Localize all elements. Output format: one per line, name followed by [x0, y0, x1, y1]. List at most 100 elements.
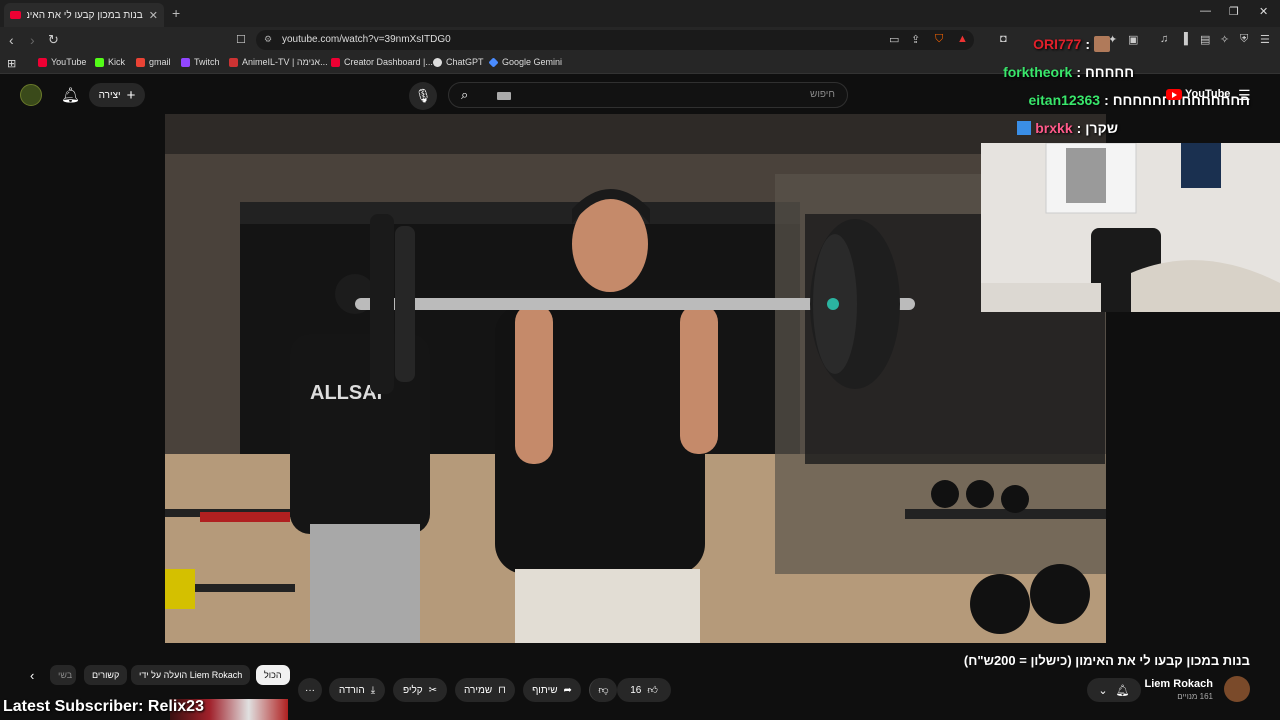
bookmark-kick[interactable]: Kick — [95, 57, 125, 67]
chat-message: ORI777 : — [1033, 36, 1110, 52]
bookmark-label: Kick — [108, 57, 126, 67]
chat-username: forktheork — [1003, 64, 1073, 80]
url-text: youtube.com/watch?v=39nmXsITDG0 — [282, 34, 451, 45]
keyboard-icon[interactable] — [497, 92, 511, 100]
share-page-icon[interactable]: ⇪ — [911, 33, 920, 46]
chip-all[interactable]: הכול — [256, 665, 290, 685]
chip-related[interactable]: קשורים — [84, 665, 128, 685]
account-avatar[interactable] — [20, 84, 42, 106]
voice-search-button[interactable]: 🎙︎ — [409, 82, 437, 110]
bookmark-icon[interactable]: ☐ — [236, 33, 246, 46]
scissors-icon: ✂ — [428, 684, 438, 696]
search-placeholder: חיפוש — [810, 89, 835, 100]
notification-bell-icon: 🔔︎ — [1115, 684, 1130, 697]
bookmark-animeil[interactable]: AnimeIL-TV | אנימה... — [229, 57, 328, 67]
webcam-frame — [981, 143, 1280, 312]
bookmark-label: Google Gemini — [502, 57, 563, 67]
browser-tab[interactable]: בנות במכון קבעו לי את האימון (כי... ✕ — [4, 3, 164, 27]
new-tab-button[interactable]: + — [172, 5, 180, 21]
share-label: שיתוף — [532, 684, 558, 696]
chat-separator: : — [1076, 120, 1082, 136]
chat-text: שקרן — [1085, 120, 1118, 136]
chat-separator: : — [1085, 36, 1090, 52]
animeil-icon — [229, 57, 238, 67]
chat-badge-icon — [1017, 121, 1032, 135]
brave-shield-icon[interactable]: ⛉ — [935, 33, 943, 46]
reload-icon[interactable]: ↻ — [48, 32, 59, 48]
chat-user-avatar — [1094, 36, 1110, 52]
bookmark-save-icon: ⊓ — [498, 684, 506, 696]
video-player[interactable]: ALLSAI — [165, 114, 1106, 643]
gemini-icon — [488, 56, 499, 68]
forward-icon[interactable]: › — [30, 32, 35, 48]
tab-close-icon[interactable]: ✕ — [149, 9, 158, 22]
twitch-icon — [181, 57, 190, 67]
more-icon: ··· — [305, 684, 315, 696]
chat-message: brxkk : שקרן — [1017, 120, 1118, 136]
search-icon[interactable]: ⌕ — [461, 87, 468, 103]
site-info-icon[interactable]: ⚙ — [264, 34, 272, 45]
subscribed-button[interactable]: ⌄ 🔔︎ — [1087, 678, 1141, 702]
share-button[interactable]: שיתוף ➦ — [523, 678, 581, 702]
bookmark-youtube[interactable]: YouTube — [38, 57, 86, 67]
latest-subscriber-overlay: Latest Subscriber: Relix23 — [3, 698, 204, 715]
kick-icon — [95, 57, 104, 67]
video-title: בנות במכון קבעו לי את האימון (כישלון = 2… — [963, 653, 1250, 668]
download-button[interactable]: הורדה ⤓ — [329, 678, 385, 702]
bookmark-creator-dashboard[interactable]: Creator Dashboard |... — [331, 57, 433, 67]
apps-grid-icon[interactable]: ⊞ — [7, 57, 16, 70]
like-count: 16 — [630, 684, 642, 696]
chat-text: חחחחח — [1084, 64, 1134, 80]
restore-icon[interactable]: ❐ — [1229, 5, 1239, 18]
bookmark-chatgpt[interactable]: ChatGPT — [433, 57, 484, 67]
dislike-button[interactable]: 👎︎ — [589, 678, 617, 702]
search-input[interactable]: ⌕ חיפוש — [448, 82, 848, 108]
webcam-overlay — [981, 143, 1280, 312]
save-label: שמירה — [464, 684, 493, 696]
clip-label: קליפ — [402, 684, 423, 696]
download-icon: ⤓ — [370, 684, 376, 696]
back-icon[interactable]: ‹ — [9, 32, 14, 48]
chips-scroll-left-icon[interactable]: ‹ — [30, 668, 34, 683]
browser-tab-bar: בנות במכון קבעו לי את האימון (כי... ✕ + … — [0, 0, 1280, 27]
chat-message: forktheork : חחחחח — [1003, 64, 1134, 80]
window-close-icon[interactable]: ✕ — [1259, 5, 1268, 18]
bookmark-gmail[interactable]: gmail — [136, 57, 171, 67]
microphone-icon: 🎙︎ — [414, 88, 432, 103]
youtube-logo[interactable]: YouTube — [1166, 88, 1230, 100]
chat-username: ORI777 — [1033, 36, 1082, 52]
url-field[interactable]: ⚙ youtube.com/watch?v=39nmXsITDG0 — [256, 30, 974, 50]
youtube-favicon-icon — [10, 11, 21, 19]
chip-uploaded-by[interactable]: הועלה על ידי Liem Rokach — [131, 665, 251, 685]
youtube-icon — [38, 57, 47, 67]
minimize-icon[interactable]: — — [1200, 5, 1211, 17]
guide-menu-icon[interactable]: ☰ — [1238, 87, 1251, 104]
cast-icon[interactable]: ▭ — [889, 33, 899, 46]
bookmark-gemini[interactable]: Google Gemini — [488, 56, 563, 68]
bookmark-label: AnimeIL-TV | אנימה... — [242, 57, 328, 67]
save-button[interactable]: שמירה ⊓ — [455, 678, 515, 702]
chat-username: eitan12363 — [1028, 92, 1101, 108]
create-button[interactable]: יצירה + — [89, 83, 145, 107]
like-button[interactable]: 16 👍︎ — [617, 678, 671, 702]
brave-rewards-icon[interactable]: ▲ — [957, 33, 968, 45]
notifications-bell-icon[interactable]: 🔔︎ — [61, 86, 80, 104]
chip-more[interactable]: בשי — [50, 665, 76, 685]
creator-dashboard-icon — [331, 57, 340, 67]
gmail-icon — [136, 57, 145, 67]
bookmark-label: Creator Dashboard |... — [344, 57, 433, 67]
video-frame: ALLSAI — [165, 114, 1106, 643]
thumbs-up-icon: 👍︎ — [647, 685, 658, 696]
more-actions-button[interactable]: ··· — [298, 678, 322, 702]
bookmark-twitch[interactable]: Twitch — [181, 57, 220, 67]
share-icon: ➦ — [563, 684, 572, 696]
chat-separator: : — [1104, 92, 1109, 108]
create-label: יצירה — [98, 89, 121, 101]
youtube-play-icon — [1166, 88, 1182, 100]
channel-avatar[interactable] — [1224, 676, 1250, 702]
plus-icon: + — [126, 86, 136, 104]
chat-username: brxkk — [1035, 120, 1073, 136]
bookmark-label: gmail — [149, 57, 171, 67]
clip-button[interactable]: קליפ ✂ — [393, 678, 447, 702]
thumbs-down-icon: 👎︎ — [598, 685, 609, 696]
